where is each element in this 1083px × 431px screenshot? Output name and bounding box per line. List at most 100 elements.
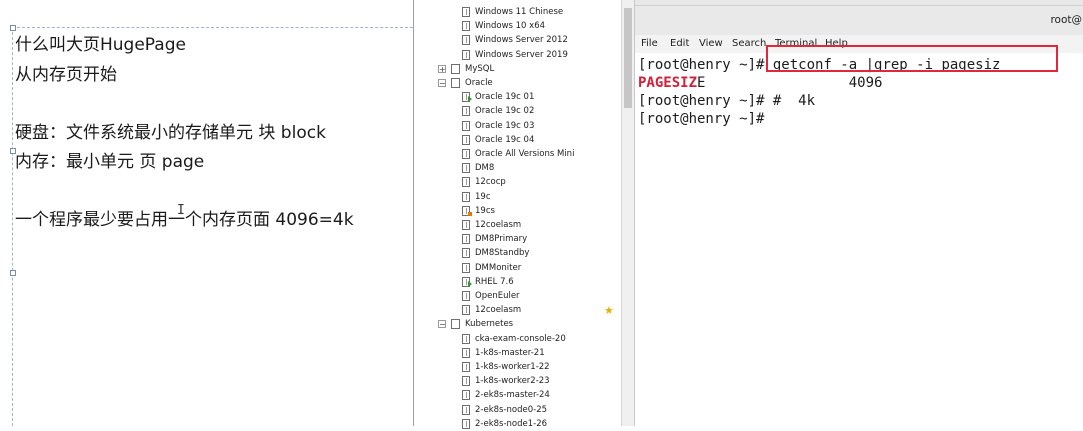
resize-handle[interactable] — [10, 270, 16, 276]
tree-vm-item[interactable]: 1-k8s-master-21 — [462, 346, 545, 360]
tree-item-label: DM8Standby — [475, 248, 530, 259]
tree-scrollbar[interactable] — [621, 0, 635, 426]
vm-icon — [462, 163, 470, 174]
vm-icon — [462, 404, 470, 415]
vm-icon — [462, 49, 470, 60]
tree-item-label: 12cocp — [475, 177, 506, 188]
tree-item-label: RHEL 7.6 — [475, 276, 514, 287]
tree-item-label: 2-ek8s-master-24 — [475, 390, 550, 401]
tree-vm-item[interactable]: Oracle 19c 04 — [462, 133, 534, 147]
vm-library-tree[interactable]: Windows 11 Chinese Windows 10 x64 Windows … — [413, 0, 635, 429]
folder-icon — [451, 319, 460, 330]
tree-item-label: DM8Primary — [475, 234, 528, 245]
tree-vm-item[interactable]: OpenEuler — [462, 289, 520, 303]
vm-icon — [462, 333, 470, 344]
note-line[interactable]: 什么叫大页HugePage — [15, 35, 186, 55]
vm-icon — [462, 291, 470, 301]
tree-item-label: Windows Server 2012 — [475, 35, 568, 46]
shell-command: # — [756, 111, 765, 127]
folder-icon — [451, 78, 460, 88]
tree-item-label: 2-ek8s-node1-26 — [475, 418, 548, 429]
tree-vm-item[interactable]: Oracle All Versions Mini — [462, 147, 574, 161]
tree-item-label: Windows Server 2019 — [475, 49, 568, 60]
collapse-icon[interactable]: − — [438, 79, 446, 88]
tree-vm-item[interactable]: Oracle 19c 01 — [462, 90, 534, 104]
tree-vm-item[interactable]: Oracle 19c 02 — [462, 104, 534, 118]
vm-icon — [462, 262, 470, 273]
collapse-icon[interactable]: − — [438, 320, 446, 329]
tree-vm-item[interactable]: cka-exam-console-20 — [462, 332, 566, 346]
vm-icon — [462, 418, 470, 429]
note-line[interactable]: 内存：最小单元 页 page — [15, 152, 204, 172]
menu-view[interactable]: View — [699, 38, 723, 49]
text-cursor-icon: I — [177, 203, 185, 218]
tree-vm-item[interactable]: Windows Server 2012 — [462, 33, 568, 47]
vm-icon — [462, 234, 470, 245]
vm-icon — [462, 21, 470, 32]
tree-item-label: Oracle 19c 02 — [475, 106, 535, 117]
shell-prompt: [root@henry ~] — [638, 93, 757, 109]
tree-vm-item[interactable]: 12cocp — [462, 175, 506, 189]
menu-edit[interactable]: Edit — [670, 38, 689, 49]
tree-vm-item[interactable]: 2-ek8s-node0-25 — [462, 403, 547, 417]
tree-vm-item[interactable]: Oracle 19c 03 — [462, 119, 534, 133]
shell-prompt: [root@henry ~] — [638, 57, 757, 73]
tree-folder[interactable]: + MySQL — [438, 62, 494, 76]
tree-vm-item[interactable]: Windows 11 Chinese — [462, 5, 563, 19]
tree-vm-item[interactable]: Windows 10 x64 — [462, 19, 545, 33]
shell-prompt: [root@henry ~] — [638, 111, 757, 127]
vm-icon — [462, 276, 472, 287]
expand-icon[interactable]: + — [438, 64, 446, 73]
tree-item-label: 19c — [475, 191, 491, 202]
shell-command: # # 4k — [756, 93, 816, 109]
tree-item-label: 2-ek8s-node0-25 — [475, 404, 548, 415]
note-line[interactable]: 硬盘：文件系统最小的存储单元 块 block — [15, 123, 326, 143]
tree-vm-item[interactable]: DM8 — [462, 161, 494, 175]
tree-vm-item[interactable]: 12coelasm — [462, 303, 521, 317]
terminal-line: [root@henry ~]# — [638, 110, 764, 128]
tree-vm-item[interactable]: Windows Server 2019 — [462, 48, 568, 62]
menu-file[interactable]: File — [641, 38, 658, 49]
vm-icon — [462, 347, 470, 358]
tree-item-label: 1-k8s-worker1-22 — [475, 362, 550, 372]
tree-vm-item[interactable]: 19c — [462, 190, 491, 204]
note-line[interactable]: 从内存页开始 — [15, 65, 117, 85]
terminal-titlebar[interactable]: root@ — [635, 6, 1083, 36]
vm-icon — [462, 205, 472, 216]
tree-folder[interactable]: − Kubernetes — [438, 317, 513, 331]
resize-handle[interactable] — [10, 25, 16, 31]
terminal-window[interactable]: root@ File Edit View Search Terminal Hel… — [634, 0, 1083, 426]
star-icon[interactable]: ★ — [604, 304, 614, 317]
selection-border-left — [12, 27, 13, 426]
tree-vm-item[interactable]: DMMoniter — [462, 261, 521, 275]
tree-vm-item[interactable]: 2-ek8s-node1-26 — [462, 417, 547, 431]
tree-vm-item[interactable]: 1-k8s-worker1-22 — [462, 360, 550, 374]
tree-item-label: Windows 11 Chinese — [475, 7, 564, 17]
tree-vm-item[interactable]: DM8Primary — [462, 232, 527, 246]
tree-vm-item[interactable]: RHEL 7.6 — [462, 275, 514, 289]
vm-icon — [462, 134, 470, 145]
vm-icon — [462, 248, 470, 259]
tree-item-label: 12coelasm — [475, 220, 522, 230]
highlight-box — [766, 45, 1058, 72]
tree-item-label: Oracle 19c 04 — [475, 134, 535, 145]
tree-vm-item[interactable]: 19cs — [462, 204, 495, 218]
vm-icon — [462, 106, 470, 117]
terminal-line: PAGESIZE 4096 — [638, 74, 882, 92]
tree-item-label: cka-exam-console-20 — [475, 333, 566, 344]
vm-icon — [462, 120, 470, 131]
vm-icon — [462, 362, 470, 372]
tree-vm-item[interactable]: 2-ek8s-master-24 — [462, 388, 550, 402]
tree-item-label: Windows 10 x64 — [475, 21, 546, 32]
selection-border-top — [12, 27, 413, 28]
menu-search[interactable]: Search — [732, 38, 766, 49]
scrollbar-thumb[interactable] — [624, 8, 632, 108]
tree-vm-item[interactable]: 12coelasm — [462, 218, 521, 232]
vm-icon — [462, 220, 470, 230]
tree-item-label: Oracle 19c 03 — [475, 120, 535, 131]
tree-vm-item[interactable]: 1-k8s-worker2-23 — [462, 374, 550, 388]
tree-folder[interactable]: − Oracle — [438, 76, 493, 90]
tree-vm-item[interactable]: DM8Standby — [462, 246, 529, 260]
tree-item-label: 1-k8s-master-21 — [475, 347, 545, 358]
notes-panel[interactable]: 什么叫大页HugePage 从内存页开始 硬盘：文件系统最小的存储单元 块 bl… — [0, 0, 413, 426]
